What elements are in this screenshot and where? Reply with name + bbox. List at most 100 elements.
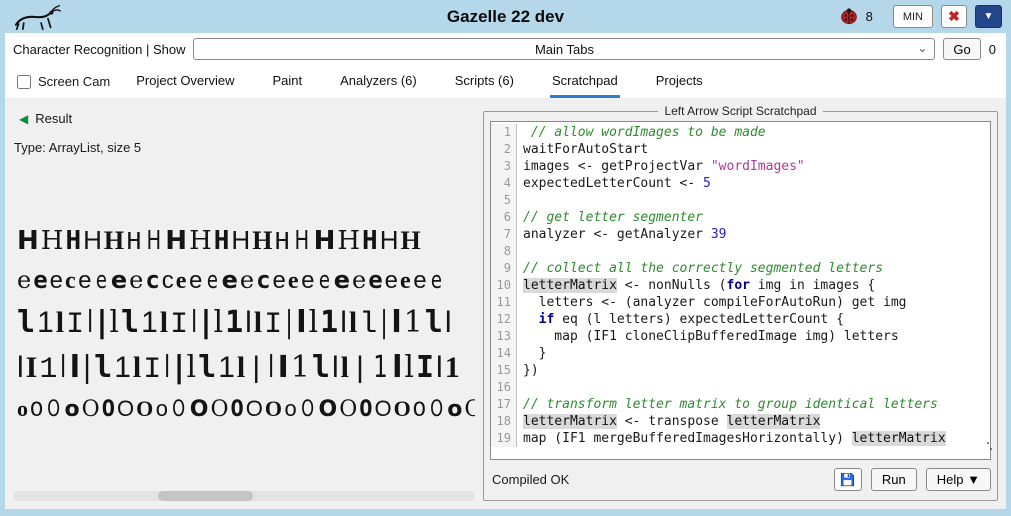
letter-glyph: e — [400, 269, 411, 293]
window-menu-button[interactable]: ▼ — [975, 5, 1002, 28]
screen-cam-label: Screen Cam — [38, 74, 110, 89]
code-line: 16 — [491, 379, 990, 396]
code-text: letterMatrix <- nonNulls (for img in ima… — [517, 277, 875, 294]
result-panel: ◀ Result Type: ArrayList, size 5 HHHHHHH… — [13, 104, 475, 501]
letter-glyph: l — [164, 353, 170, 383]
code-text — [517, 243, 523, 260]
letter-glyph: H — [165, 228, 187, 254]
run-button[interactable]: Run — [871, 468, 917, 491]
save-icon — [840, 472, 855, 487]
letter-row: HHHHHHHHHHHHHHHHHHH — [17, 227, 475, 255]
letter-glyph: H — [294, 228, 309, 254]
save-button[interactable] — [834, 468, 862, 491]
letter-glyph: e — [129, 268, 143, 292]
letter-glyph: l — [309, 308, 319, 338]
line-number: 16 — [491, 379, 517, 396]
letter-row: lI1ll|l1lIl|ll1l|lI1lll|1llIl1 — [17, 353, 475, 385]
letter-glyph: O — [190, 399, 209, 421]
letter-glyph: l — [94, 353, 112, 383]
letter-glyph: l — [160, 308, 168, 338]
letter-glyph: O — [375, 398, 392, 420]
line-number: 7 — [491, 226, 517, 243]
code-line: 11 letters <- (analyzer compileForAutoRu… — [491, 294, 990, 311]
app-window: Gazelle 22 dev 8 MIN ✖ ▼ Characte — [0, 0, 1011, 516]
bug-count: 8 — [866, 9, 873, 24]
code-line: 1 // allow wordImages to be made — [491, 124, 990, 141]
tab-scripts-6[interactable]: Scripts (6) — [453, 65, 516, 98]
code-line: 7analyzer <- getAnalyzer 39 — [491, 226, 990, 243]
letter-glyph: e — [413, 271, 427, 295]
letter-glyph: l — [198, 353, 216, 383]
letter-glyph: O — [339, 399, 357, 421]
letter-glyph: e — [33, 268, 47, 292]
letter-glyph: H — [231, 227, 250, 253]
letter-glyph: | — [285, 308, 293, 338]
letter-row: eeeceeeecceeeeeceeeeeeeeeee — [17, 268, 475, 295]
letter-glyph: 1 — [141, 308, 158, 338]
tab-analyzers-6[interactable]: Analyzers (6) — [338, 65, 419, 98]
tab-row: Screen Cam Project Overview Paint Analyzer… — [5, 65, 1006, 98]
letter-glyph: 1 — [291, 353, 310, 383]
chevron-down-icon: ⌄ — [917, 41, 927, 55]
line-number: 14 — [491, 345, 517, 362]
letter-glyph: 1 — [445, 353, 460, 383]
tab-project-overview[interactable]: Project Overview — [134, 65, 236, 98]
scratchpad-panel: Left Arrow Script Scratchpad 1 // allow … — [483, 104, 998, 501]
letter-glyph: e — [334, 268, 350, 292]
compile-status: Compiled OK — [490, 472, 569, 487]
tab-scratchpad[interactable]: Scratchpad — [550, 65, 620, 98]
screen-cam-toggle[interactable]: Screen Cam — [17, 74, 110, 89]
line-number: 3 — [491, 158, 517, 175]
letter-glyph: o — [447, 399, 462, 421]
letter-glyph: 1 — [373, 353, 387, 383]
letter-glyph: l — [392, 353, 402, 383]
line-number: 13 — [491, 328, 517, 345]
horizontal-scrollbar[interactable] — [13, 491, 475, 501]
letter-glyph: I — [143, 355, 161, 385]
scrollbar-thumb[interactable] — [158, 491, 253, 501]
code-text: // allow wordImages to be made — [517, 124, 766, 141]
code-text: if eq (l letters) expectedLetterCount { — [517, 311, 844, 328]
line-number: 9 — [491, 260, 517, 277]
letter-glyph: e — [352, 268, 366, 292]
line-number: 18 — [491, 413, 517, 430]
letter-glyph: H — [126, 229, 142, 255]
letter-row: oOOoOOOOoOOOOOOoOOOOOOOOoO — [17, 398, 475, 422]
letter-glyph: O — [359, 399, 372, 421]
help-button[interactable]: Help ▼ — [926, 468, 991, 491]
screen-cam-checkbox[interactable] — [17, 75, 31, 89]
left-arrow-icon[interactable]: ◀ — [19, 112, 28, 126]
minimize-button[interactable]: MIN — [893, 5, 933, 28]
code-text: letters <- (analyzer compileForAutoRun) … — [517, 294, 907, 311]
code-line: 6// get letter segmenter — [491, 209, 990, 226]
letter-glyph: l — [245, 308, 252, 338]
letter-glyph: l — [237, 353, 245, 383]
tab-paint[interactable]: Paint — [271, 65, 305, 98]
code-line: 5 — [491, 192, 990, 209]
code-line: 3images <- getProjectVar "wordImages" — [491, 158, 990, 175]
tab-projects[interactable]: Projects — [654, 65, 705, 98]
line-number: 1 — [491, 124, 517, 141]
main-tabs-select[interactable]: Main Tabs ⌄ — [193, 38, 935, 60]
letter-glyph: O — [30, 400, 43, 422]
letter-glyph: H — [337, 228, 360, 254]
letter-glyph: l — [445, 308, 452, 338]
close-button[interactable]: ✖ — [941, 5, 967, 28]
letter-glyph: O — [102, 399, 115, 421]
letter-glyph: H — [146, 228, 161, 254]
code-editor[interactable]: 1 // allow wordImages to be made2waitFor… — [490, 121, 991, 460]
letter-glyph: c — [145, 268, 159, 292]
letter-glyph: O — [82, 399, 100, 421]
bug-icon[interactable] — [839, 8, 858, 25]
status-bar: Compiled OK — [490, 464, 991, 494]
line-number: 15 — [491, 362, 517, 379]
code-line: 9// collect all the correctly segmented … — [491, 260, 990, 277]
code-line: 19map (IF1 mergeBufferedImagesHorizontal… — [491, 430, 990, 447]
letter-glyph: | — [200, 308, 211, 338]
go-button[interactable]: Go — [943, 38, 980, 60]
letter-glyph: O — [173, 399, 186, 421]
letter-glyph: l — [359, 310, 377, 340]
result-type-info: Type: ArrayList, size 5 — [13, 126, 475, 155]
code-lines: 1 // allow wordImages to be made2waitFor… — [491, 124, 990, 447]
letter-glyph: l — [341, 353, 349, 383]
